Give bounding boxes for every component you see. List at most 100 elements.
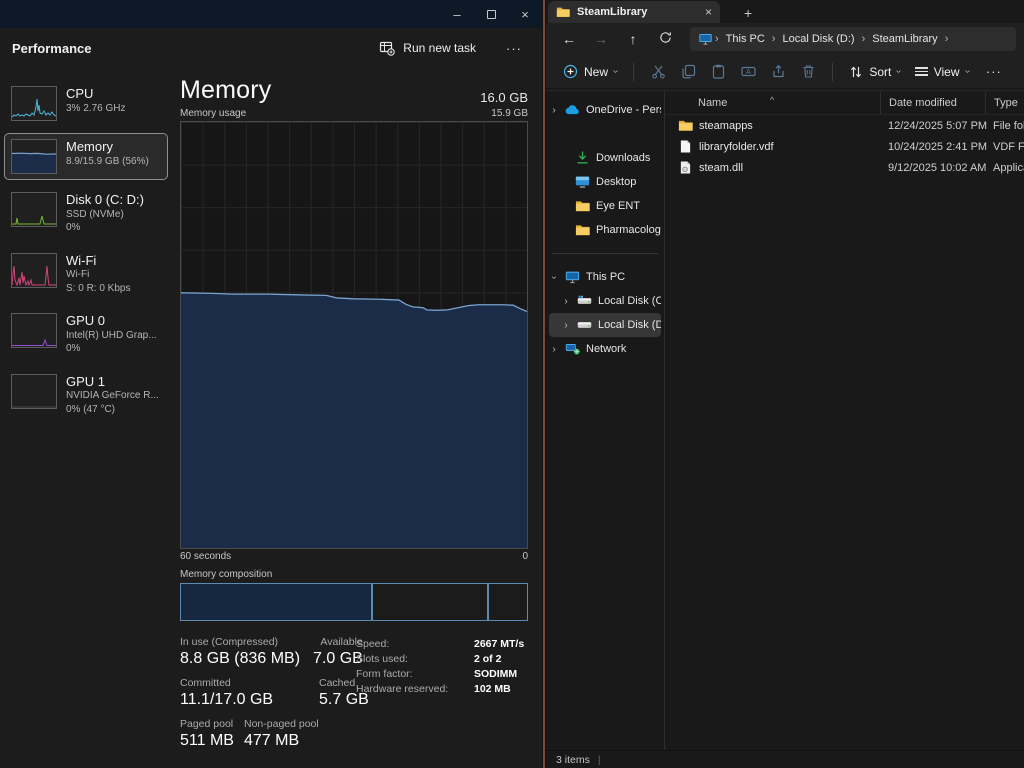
sidebar-item-this-pc[interactable]: › This PC	[549, 265, 661, 289]
sort-ascending-icon: ^	[770, 95, 774, 105]
copy-icon	[681, 64, 696, 79]
composition-segment-free	[489, 584, 527, 620]
chevron-right-icon[interactable]: ›	[549, 344, 559, 355]
rename-button[interactable]	[733, 60, 763, 83]
breadcrumb-steamlibrary[interactable]: SteamLibrary	[867, 33, 942, 45]
more-options-button[interactable]: ···	[500, 37, 528, 60]
item-count: 3 items	[556, 754, 590, 766]
desktop-label: Desktop	[596, 176, 636, 188]
delete-button[interactable]	[793, 60, 823, 83]
memory-total: 16.0 GB	[480, 90, 528, 105]
folder-icon	[575, 199, 590, 213]
chevron-right-icon[interactable]: ›	[561, 296, 571, 307]
chevron-right-icon[interactable]: ›	[549, 105, 559, 116]
memory-panel: Memory 16.0 GB Memory usage 15.9 GB 60 s…	[172, 68, 542, 768]
sidebar-item-downloads[interactable]: Downloads	[549, 146, 661, 170]
sidebar-item-pharmacology[interactable]: Pharmacology	[549, 218, 661, 242]
x-axis-left-label: 60 seconds	[180, 551, 231, 562]
sidebar-item-cpu[interactable]: CPU 3% 2.76 GHz	[5, 81, 167, 126]
sidebar-item-disk0[interactable]: Disk 0 (C: D:) SSD (NVMe) 0%	[5, 187, 167, 240]
gpu1-sub1: NVIDIA GeForce R...	[66, 389, 159, 403]
column-header-name[interactable]: Name ^	[665, 97, 880, 109]
disk-title: Disk 0 (C: D:)	[66, 192, 144, 208]
sidebar-item-wifi[interactable]: Wi-Fi Wi-Fi S: 0 R: 0 Kbps	[5, 248, 167, 301]
this-pc-label: This PC	[586, 271, 625, 283]
close-icon[interactable]: ×	[508, 0, 542, 28]
explorer-command-bar: New › Sort › View › ···	[546, 55, 1024, 89]
file-name: libraryfolder.vdf	[699, 141, 880, 153]
chevron-right-icon[interactable]: ›	[561, 320, 571, 331]
chevron-down-icon: ›	[962, 70, 973, 73]
chevron-expanded-icon[interactable]: ›	[549, 272, 560, 282]
local-disk-d-label: Local Disk (D:)	[598, 319, 661, 331]
sidebar-item-onedrive[interactable]: › OneDrive - Persona	[549, 98, 661, 122]
tab-close-icon[interactable]: ×	[705, 5, 712, 19]
explorer-tab-steamlibrary[interactable]: SteamLibrary ×	[548, 1, 720, 23]
file-icon	[678, 140, 693, 153]
sidebar-item-local-disk-c[interactable]: › Local Disk (C:)	[549, 289, 661, 313]
column-header-date-modified[interactable]: Date modified	[880, 92, 985, 114]
sidebar-item-gpu1[interactable]: GPU 1 NVIDIA GeForce R... 0% (47 °C)	[5, 369, 167, 422]
column-header-type[interactable]: Type	[985, 92, 1024, 114]
sidebar-item-local-disk-d[interactable]: › Local Disk (D:)	[549, 313, 661, 337]
memory-composition-label: Memory composition	[180, 569, 528, 580]
slots-label: Slots used:	[356, 653, 464, 665]
network-label: Network	[586, 343, 626, 355]
cut-button[interactable]	[643, 60, 673, 83]
file-row-steam-dll[interactable]: steam.dll 9/12/2025 10:02 AM Application	[665, 157, 1024, 178]
explorer-navbar: ← → ↑ › This PC › Local Disk (D:) › Stea…	[546, 23, 1024, 55]
file-row-libraryfolder[interactable]: libraryfolder.vdf 10/24/2025 2:41 PM VDF…	[665, 136, 1024, 157]
new-button[interactable]: New ›	[556, 60, 624, 83]
minimize-icon[interactable]: –	[440, 0, 474, 28]
back-button[interactable]: ←	[554, 31, 584, 47]
share-icon	[771, 64, 786, 79]
this-pc-icon	[698, 33, 713, 45]
see-more-button[interactable]: ···	[986, 64, 1002, 79]
sidebar-item-memory[interactable]: Memory 8.9/15.9 GB (56%)	[5, 134, 167, 179]
address-bar[interactable]: › This PC › Local Disk (D:) › SteamLibra…	[690, 27, 1016, 51]
view-button[interactable]: View ›	[908, 61, 976, 83]
refresh-icon	[659, 31, 672, 44]
view-icon	[915, 67, 928, 76]
system-drive-icon	[577, 294, 592, 308]
sidebar-item-desktop[interactable]: Desktop	[549, 170, 661, 194]
task-manager-titlebar: – ×	[0, 0, 542, 28]
dll-file-icon	[678, 161, 693, 174]
run-new-task-button[interactable]: Run new task	[371, 35, 484, 61]
forward-button[interactable]: →	[586, 31, 616, 47]
memory-panel-title: Memory	[180, 76, 271, 105]
share-button[interactable]	[763, 60, 793, 83]
run-new-task-label: Run new task	[403, 41, 476, 55]
breadcrumb-this-pc[interactable]: This PC	[721, 33, 770, 45]
new-tab-button[interactable]: +	[738, 5, 758, 23]
task-manager-header: Performance Run new task ···	[0, 28, 542, 68]
speed-value: 2667 MT/s	[474, 638, 524, 650]
up-button[interactable]: ↑	[618, 31, 648, 47]
wifi-mini-chart	[11, 253, 57, 288]
file-name: steam.dll	[699, 162, 880, 174]
sidebar-item-network[interactable]: › Network	[549, 337, 661, 361]
memory-sub: 8.9/15.9 GB (56%)	[66, 155, 149, 169]
disk-mini-chart	[11, 192, 57, 227]
cpu-title: CPU	[66, 86, 125, 102]
file-row-steamapps[interactable]: steamapps 12/24/2025 5:07 PM File folder	[665, 115, 1024, 136]
form-factor-label: Form factor:	[356, 668, 464, 680]
file-date: 9/12/2025 10:02 AM	[880, 162, 985, 174]
refresh-button[interactable]	[650, 31, 680, 47]
copy-button[interactable]	[673, 60, 703, 83]
new-button-label: New	[584, 65, 608, 79]
sidebar-item-gpu0[interactable]: GPU 0 Intel(R) UHD Grap... 0%	[5, 308, 167, 361]
task-manager-window: – × Performance Run new task ··· CPU 3% …	[0, 0, 542, 768]
performance-sidebar: CPU 3% 2.76 GHz Memory 8.9/15.9 GB (56%)	[0, 68, 172, 768]
sort-button[interactable]: Sort ›	[842, 61, 907, 83]
cut-icon	[651, 64, 666, 79]
network-icon	[565, 342, 580, 356]
paged-pool-label: Paged pool	[180, 718, 244, 730]
toolbar-divider	[633, 63, 634, 81]
sidebar-item-eye-ent[interactable]: Eye ENT	[549, 194, 661, 218]
file-date: 10/24/2025 2:41 PM	[880, 141, 985, 153]
breadcrumb-local-disk-d[interactable]: Local Disk (D:)	[777, 33, 859, 45]
restore-icon[interactable]	[474, 0, 508, 28]
paste-button[interactable]	[703, 60, 733, 83]
onedrive-label: OneDrive - Persona	[586, 104, 661, 116]
